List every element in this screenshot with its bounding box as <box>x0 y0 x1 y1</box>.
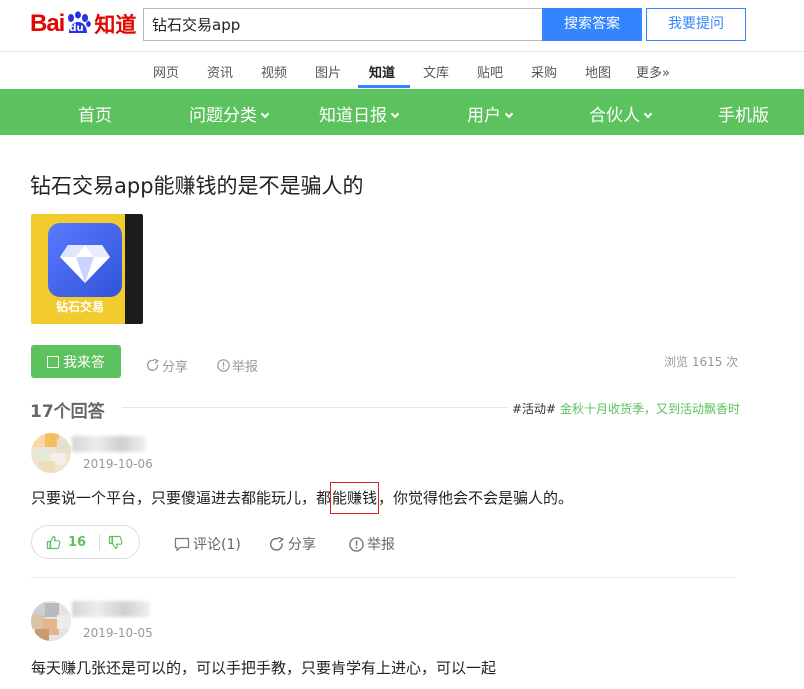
answer-text-after: ，你觉得他会不会是骗人的。 <box>378 489 574 507</box>
activity-tag: #活动# <box>512 402 557 416</box>
share-label: 分享 <box>288 537 316 553</box>
report-answer-link[interactable]: 举报 <box>349 534 395 554</box>
gnav-daily[interactable]: 知道日报 <box>319 101 400 126</box>
chevron-down-icon <box>260 109 270 119</box>
share-label: 分享 <box>162 360 189 375</box>
gnav-categories[interactable]: 问题分类 <box>189 101 270 126</box>
gnav-mobile[interactable]: 手机版 <box>718 101 769 126</box>
view-count: 浏览 1615 次 <box>664 355 739 369</box>
username-blurred <box>72 601 150 617</box>
dislike-button[interactable] <box>108 535 123 550</box>
nav-video[interactable]: 视频 <box>261 62 287 81</box>
nav-more[interactable]: 更多» <box>636 62 670 81</box>
answer-date: 2019-10-05 <box>83 626 153 640</box>
gnav-categories-label: 问题分类 <box>189 106 257 126</box>
username-blurred <box>72 436 146 452</box>
report-label: 举报 <box>367 537 395 553</box>
activity-text: 金秋十月收货季，又到活动飘香时 <box>559 402 740 416</box>
gnav-partners-label: 合伙人 <box>589 106 640 126</box>
answer-text-before: 只要说一个平台，只要傻逼进去都能玩儿，都 <box>31 489 332 507</box>
comment-label: 评论(1) <box>193 537 241 553</box>
vote-box: 16 <box>31 525 140 559</box>
report-icon <box>217 359 230 372</box>
report-label: 举报 <box>232 360 259 375</box>
comment-icon <box>174 537 190 551</box>
answer-date: 2019-10-06 <box>83 457 153 471</box>
gnav-home[interactable]: 首页 <box>78 101 112 126</box>
top-bar: Bai du 知道 搜索答案 我要提问 <box>0 0 804 52</box>
like-count: 16 <box>68 534 87 550</box>
nav-active-underline <box>358 85 410 88</box>
share-icon <box>270 536 285 551</box>
activity-banner[interactable]: #活动# 金秋十月收货季，又到活动飘香时 <box>512 400 740 417</box>
nav-purchase[interactable]: 采购 <box>531 62 557 81</box>
chevron-down-icon <box>643 109 653 119</box>
gnav-partners[interactable]: 合伙人 <box>589 101 653 126</box>
question-title: 钻石交易app能赚钱的是不是骗人的 <box>30 174 364 198</box>
gnav-users[interactable]: 用户 <box>467 101 514 126</box>
chevron-down-icon <box>390 109 400 119</box>
section-divider <box>122 407 508 408</box>
nav-tieba[interactable]: 贴吧 <box>477 62 503 81</box>
avatar[interactable] <box>31 601 71 641</box>
product-nav: 网页 资讯 视频 图片 知道 文库 贴吧 采购 地图 更多» <box>0 52 804 88</box>
gnav-users-label: 用户 <box>467 106 501 126</box>
image-caption: 钻石交易 <box>55 300 104 314</box>
nav-news[interactable]: 资讯 <box>207 62 233 81</box>
logo-bai-text: Bai <box>30 10 65 37</box>
answer-text: 只要说一个平台，只要傻逼进去都能玩儿，都能赚钱，你觉得他会不会是骗人的。 <box>31 482 574 514</box>
edit-icon <box>47 355 59 368</box>
share-answer-link[interactable]: 分享 <box>270 534 316 554</box>
logo-du-text: du <box>69 23 84 34</box>
chevron-down-icon <box>504 109 514 119</box>
nav-web[interactable]: 网页 <box>153 62 179 81</box>
share-icon <box>147 359 160 371</box>
baidu-zhidao-logo[interactable]: Bai du 知道 <box>30 4 136 44</box>
logo-zhidao-text: 知道 <box>94 13 137 37</box>
answer-text: 每天赚几张还是可以的，可以手把手教，只要肯学有上进心，可以一起 <box>31 659 497 677</box>
ask-question-button[interactable]: 我要提问 <box>646 8 746 41</box>
answer-count: 17个回答 <box>30 402 105 422</box>
nav-zhidao[interactable]: 知道 <box>369 62 395 81</box>
zhidao-main-nav: 首页 问题分类 知道日报 用户 合伙人 手机版 <box>0 89 804 135</box>
avatar[interactable] <box>31 433 71 473</box>
comment-link[interactable]: 评论(1) <box>174 534 241 554</box>
answer-button-label: 我来答 <box>63 354 105 371</box>
search-input[interactable] <box>143 8 543 41</box>
paw-icon: du <box>65 11 92 37</box>
highlighted-phrase: 能赚钱 <box>330 482 380 514</box>
diamond-app-icon <box>48 223 122 297</box>
gnav-daily-label: 知道日报 <box>319 106 387 126</box>
nav-images[interactable]: 图片 <box>315 62 341 81</box>
nav-map[interactable]: 地图 <box>585 62 611 81</box>
nav-wenku[interactable]: 文库 <box>423 62 449 81</box>
vote-separator <box>99 534 101 550</box>
search-answers-button[interactable]: 搜索答案 <box>542 8 642 41</box>
question-image[interactable]: 钻石交易 <box>31 214 143 324</box>
share-question-link[interactable]: 分享 <box>147 356 188 375</box>
answer-button[interactable]: 我来答 <box>31 345 121 378</box>
report-icon <box>349 536 364 552</box>
thumbs-up-icon <box>46 535 61 549</box>
thumbs-down-icon <box>108 535 123 549</box>
like-button[interactable]: 16 <box>46 535 86 550</box>
answer-divider <box>31 577 736 578</box>
report-question-link[interactable]: 举报 <box>217 356 258 375</box>
